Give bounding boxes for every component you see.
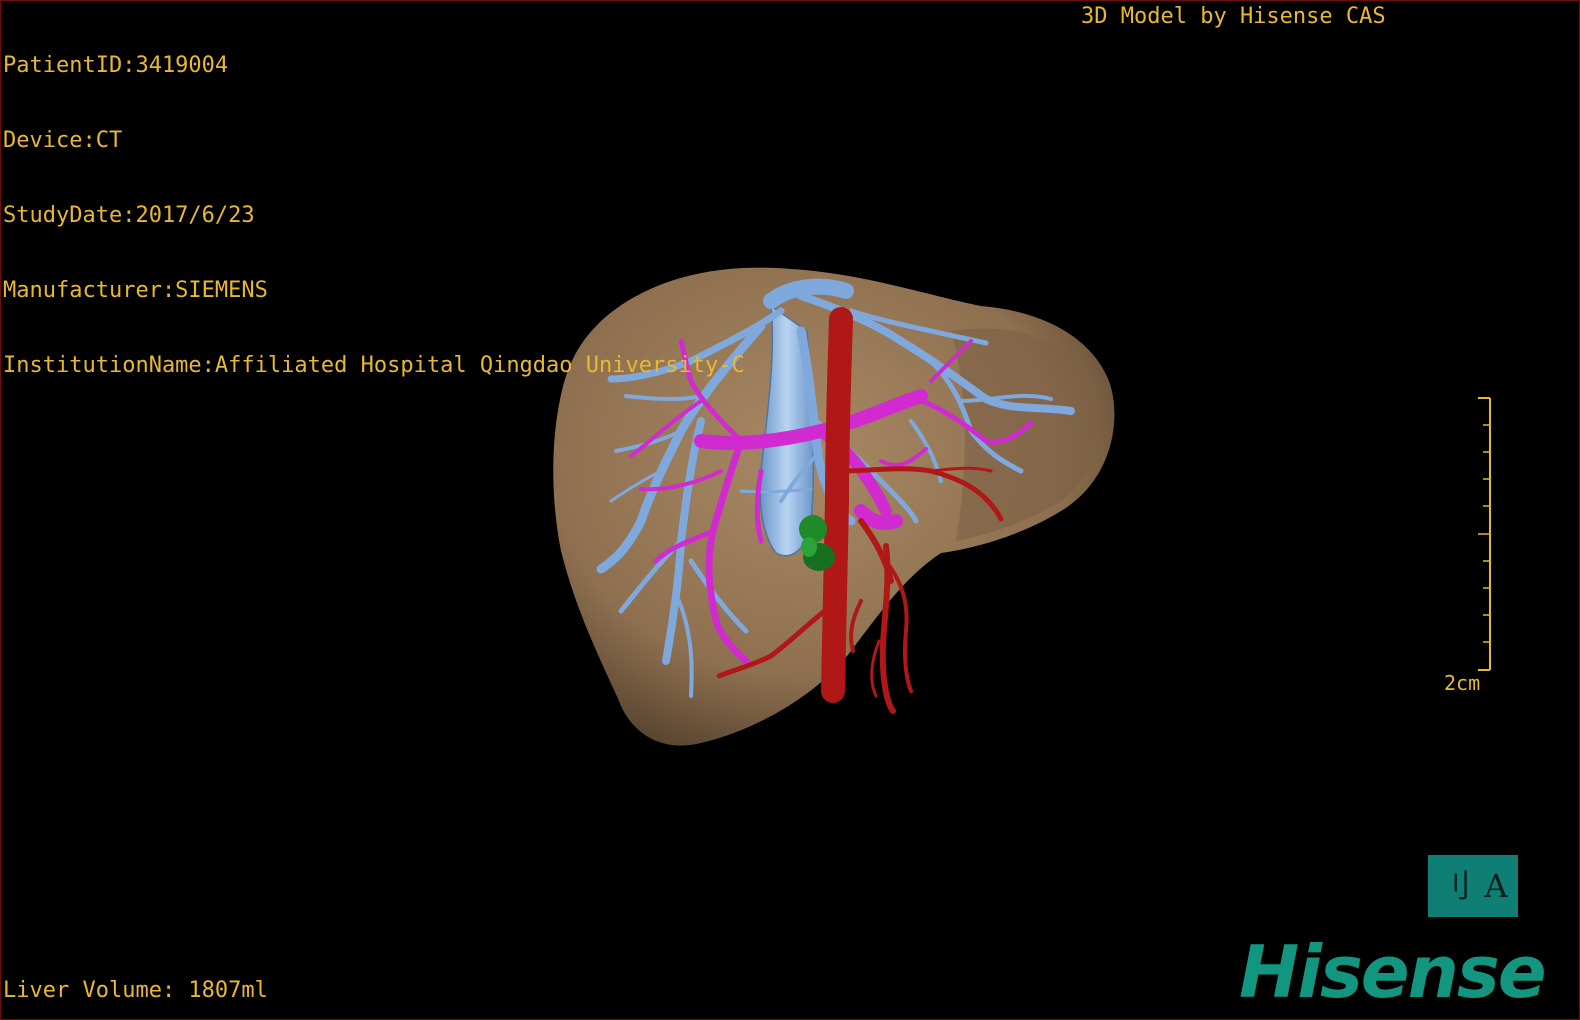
orientation-anterior-label: A — [1484, 867, 1508, 905]
3d-viewport[interactable]: PatientID:3419004 Device:CT StudyDate:20… — [0, 0, 1580, 1020]
study-date-text: StudyDate:2017/6/23 — [3, 203, 255, 228]
scale-label: 2cm — [1444, 671, 1481, 695]
orientation-toggle-button[interactable]: 刂 A — [1428, 855, 1518, 917]
manufacturer-text: Manufacturer:SIEMENS — [3, 278, 268, 303]
liver-volume-text: Liver Volume: 1807ml — [3, 978, 268, 1003]
hisense-logo: Hisense — [1239, 930, 1547, 1014]
patient-id-text: PatientID:3419004 — [3, 53, 229, 78]
patient-info-overlay: PatientID:3419004 Device:CT StudyDate:20… — [3, 3, 745, 428]
institution-text: InstitutionName:Affiliated Hospital Qing… — [3, 353, 745, 378]
model-credit-text: 3D Model by Hisense CAS — [1081, 4, 1386, 29]
orientation-toggle-icon: 刂 — [1438, 867, 1471, 905]
scale-ruler-icon — [1478, 397, 1491, 671]
device-text: Device:CT — [3, 128, 123, 153]
